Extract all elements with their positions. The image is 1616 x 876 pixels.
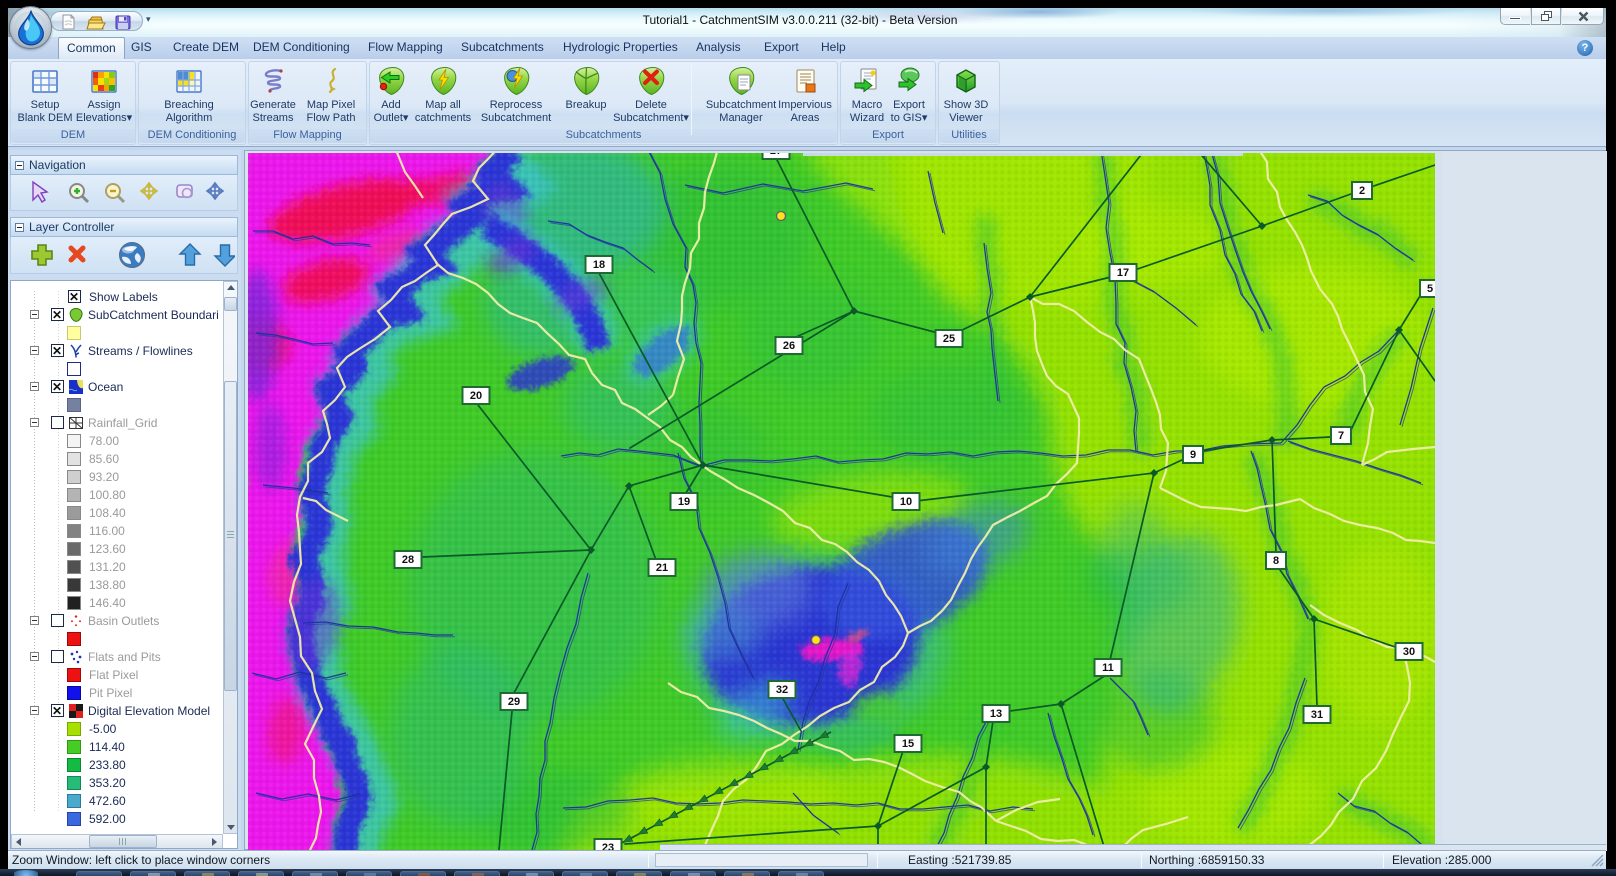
svg-text:8: 8 bbox=[1273, 555, 1279, 567]
svg-text:11: 11 bbox=[1102, 662, 1114, 674]
svg-text:20: 20 bbox=[470, 390, 482, 402]
svg-text:5: 5 bbox=[1427, 283, 1433, 295]
svg-text:29: 29 bbox=[508, 696, 520, 708]
svg-text:25: 25 bbox=[943, 333, 955, 345]
svg-text:17: 17 bbox=[1117, 267, 1129, 279]
svg-text:27: 27 bbox=[770, 153, 782, 157]
svg-text:10: 10 bbox=[900, 496, 912, 508]
svg-text:15: 15 bbox=[902, 738, 914, 750]
svg-text:2: 2 bbox=[1359, 185, 1365, 197]
svg-text:21: 21 bbox=[656, 562, 668, 574]
svg-text:13: 13 bbox=[990, 708, 1002, 720]
svg-text:28: 28 bbox=[402, 554, 414, 566]
svg-text:31: 31 bbox=[1311, 709, 1323, 721]
svg-text:32: 32 bbox=[776, 684, 788, 696]
svg-text:30: 30 bbox=[1403, 646, 1415, 658]
svg-text:23: 23 bbox=[602, 842, 614, 850]
svg-text:7: 7 bbox=[1338, 430, 1344, 442]
svg-text:19: 19 bbox=[678, 496, 690, 508]
svg-text:9: 9 bbox=[1190, 449, 1196, 461]
svg-text:26: 26 bbox=[783, 340, 795, 352]
svg-text:18: 18 bbox=[593, 259, 605, 271]
